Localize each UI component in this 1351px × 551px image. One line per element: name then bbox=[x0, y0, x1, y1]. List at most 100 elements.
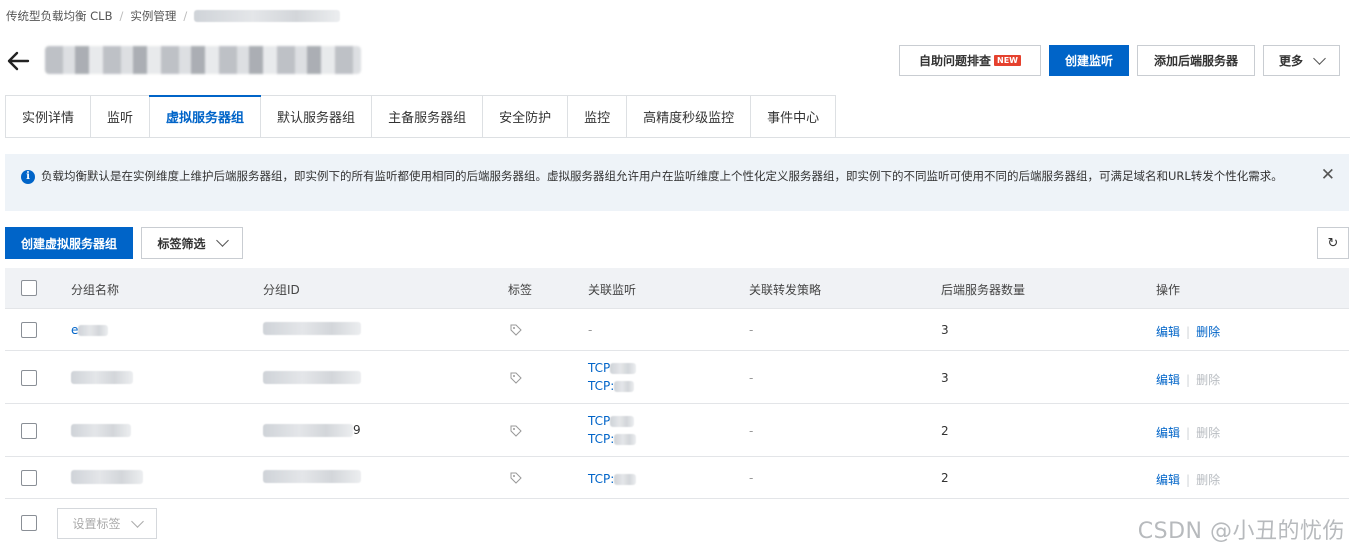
new-badge: NEW bbox=[994, 55, 1021, 66]
alert-text: 负载均衡默认是在实例维度上维护后端服务器组，即实例下的所有监听都使用相同的后端服… bbox=[41, 169, 1283, 183]
forwarding-policy: - bbox=[749, 323, 754, 337]
associated-listeners: TCP TCP: bbox=[588, 412, 637, 448]
col-group-id: 分组ID bbox=[263, 283, 300, 297]
self-diagnose-button[interactable]: 自助问题排查 NEW bbox=[899, 45, 1041, 76]
self-diagnose-label: 自助问题排查 bbox=[919, 54, 992, 68]
backend-count: 3 bbox=[941, 323, 949, 337]
group-id: 9 bbox=[263, 423, 361, 437]
backend-count: 3 bbox=[941, 371, 949, 385]
backend-count: 2 bbox=[941, 424, 949, 438]
forwarding-policy: - bbox=[749, 371, 754, 385]
tab-virtual-server-groups[interactable]: 虚拟服务器组 bbox=[149, 95, 262, 138]
delete-link-disabled: 删除 bbox=[1196, 426, 1221, 440]
col-associated-listeners: 关联监听 bbox=[588, 283, 637, 297]
row-actions: 编辑 | 删除 bbox=[1156, 473, 1221, 487]
associated-listeners: - bbox=[588, 323, 593, 337]
select-all-footer-checkbox[interactable] bbox=[21, 515, 37, 531]
row-checkbox[interactable] bbox=[21, 423, 37, 439]
info-icon: i bbox=[21, 170, 35, 184]
tag-filter-dropdown[interactable]: 标签筛选 bbox=[141, 227, 243, 259]
group-name[interactable] bbox=[71, 371, 133, 387]
more-dropdown-button[interactable]: 更多 bbox=[1263, 45, 1340, 76]
table-row: e - - 3 编辑 | 删除 bbox=[5, 309, 1349, 351]
select-all-checkbox[interactable] bbox=[21, 280, 37, 296]
close-icon[interactable]: ✕ bbox=[1321, 167, 1335, 184]
breadcrumb: 传统型负载均衡 CLB / 实例管理 / bbox=[6, 8, 341, 24]
listener-link[interactable]: TCP bbox=[588, 359, 637, 377]
backend-count: 2 bbox=[941, 471, 949, 485]
chevron-down-icon bbox=[215, 234, 229, 247]
refresh-icon: ↻ bbox=[1327, 235, 1339, 251]
group-id bbox=[263, 470, 361, 486]
refresh-button[interactable]: ↻ bbox=[1317, 227, 1349, 259]
associated-listeners: TCP TCP: bbox=[588, 359, 637, 395]
info-alert: i 负载均衡默认是在实例维度上维护后端服务器组，即实例下的所有监听都使用相同的后… bbox=[5, 154, 1349, 211]
tab-security-protection[interactable]: 安全防护 bbox=[483, 95, 569, 138]
col-actions: 操作 bbox=[1156, 283, 1181, 297]
tab-instance-details[interactable]: 实例详情 bbox=[5, 95, 92, 138]
chevron-down-icon bbox=[1313, 51, 1326, 65]
edit-link[interactable]: 编辑 bbox=[1156, 426, 1180, 440]
table-row: TCP TCP: - 3 编辑 | 删除 bbox=[5, 351, 1349, 404]
edit-link[interactable]: 编辑 bbox=[1156, 473, 1180, 487]
col-backend-count: 后端服务器数量 bbox=[941, 283, 1026, 297]
tab-high-precision-monitoring[interactable]: 高精度秒级监控 bbox=[627, 95, 752, 138]
col-tags: 标签 bbox=[508, 283, 533, 297]
create-listener-label: 创建监听 bbox=[1064, 54, 1113, 68]
tag-icon[interactable] bbox=[510, 472, 522, 484]
add-backend-server-button[interactable]: 添加后端服务器 bbox=[1137, 45, 1255, 76]
forwarding-policy: - bbox=[749, 424, 754, 438]
tag-icon[interactable] bbox=[510, 324, 522, 336]
row-actions: 编辑 | 删除 bbox=[1156, 373, 1221, 387]
forwarding-policy: - bbox=[749, 471, 754, 485]
more-label: 更多 bbox=[1278, 54, 1303, 68]
table-header: 分组名称 分组ID 标签 关联监听 关联转发策略 后端服务器数量 操作 bbox=[5, 268, 1349, 309]
row-actions: 编辑 | 删除 bbox=[1156, 426, 1221, 440]
breadcrumb-instance-redacted bbox=[194, 10, 341, 22]
col-group-name: 分组名称 bbox=[71, 283, 120, 297]
delete-link[interactable]: 删除 bbox=[1196, 325, 1220, 339]
breadcrumb-separator: / bbox=[119, 9, 124, 23]
listener-link[interactable]: TCP bbox=[588, 412, 636, 430]
tag-icon[interactable] bbox=[510, 425, 522, 437]
tab-bar: 实例详情 监听 虚拟服务器组 默认服务器组 主备服务器组 安全防护 监控 高精度… bbox=[5, 95, 837, 138]
tab-listeners[interactable]: 监听 bbox=[91, 95, 151, 138]
associated-listeners: TCP: bbox=[588, 470, 637, 488]
edit-link[interactable]: 编辑 bbox=[1156, 373, 1180, 387]
col-forwarding-policy: 关联转发策略 bbox=[749, 283, 822, 297]
row-checkbox[interactable] bbox=[21, 470, 37, 486]
watermark: CSDN @小丑的忧伤 bbox=[1137, 519, 1345, 544]
tab-primary-backup-server-groups[interactable]: 主备服务器组 bbox=[372, 95, 484, 138]
listener-link[interactable]: TCP: bbox=[588, 377, 636, 395]
instance-title-redacted bbox=[45, 46, 361, 74]
table-row: 9 TCP TCP: - 2 编辑 | 删除 bbox=[5, 404, 1349, 457]
delete-link-disabled: 删除 bbox=[1196, 473, 1221, 487]
tab-event-center[interactable]: 事件中心 bbox=[751, 95, 837, 138]
tab-monitoring[interactable]: 监控 bbox=[568, 95, 628, 138]
group-name[interactable] bbox=[71, 424, 131, 440]
create-virtual-server-group-label: 创建虚拟服务器组 bbox=[20, 236, 117, 251]
add-backend-server-label: 添加后端服务器 bbox=[1153, 54, 1238, 68]
row-checkbox[interactable] bbox=[21, 370, 37, 386]
row-actions: 编辑 | 删除 bbox=[1156, 325, 1221, 339]
row-checkbox[interactable] bbox=[21, 322, 37, 338]
back-arrow-icon[interactable] bbox=[6, 50, 30, 72]
breadcrumb-separator: / bbox=[183, 9, 188, 23]
delete-link-disabled: 删除 bbox=[1196, 373, 1221, 387]
breadcrumb-clb[interactable]: 传统型负载均衡 CLB bbox=[6, 8, 112, 24]
listener-link[interactable]: TCP: bbox=[588, 430, 637, 448]
tag-icon[interactable] bbox=[510, 372, 522, 384]
tab-default-server-group[interactable]: 默认服务器组 bbox=[261, 95, 373, 138]
listener-link[interactable]: TCP: bbox=[588, 470, 637, 488]
breadcrumb-instance-management[interactable]: 实例管理 bbox=[130, 8, 176, 24]
edit-link[interactable]: 编辑 bbox=[1156, 325, 1180, 339]
set-tag-label: 设置标签 bbox=[72, 517, 121, 531]
tab-divider bbox=[5, 137, 1350, 138]
create-virtual-server-group-button[interactable]: 创建虚拟服务器组 bbox=[5, 227, 133, 259]
group-id bbox=[263, 371, 361, 387]
create-listener-button[interactable]: 创建监听 bbox=[1049, 45, 1129, 76]
set-tag-button-disabled: 设置标签 bbox=[57, 508, 157, 539]
group-name[interactable]: e bbox=[71, 323, 109, 337]
table-row: TCP: - 2 编辑 | 删除 bbox=[5, 457, 1349, 499]
group-name[interactable] bbox=[71, 470, 143, 487]
